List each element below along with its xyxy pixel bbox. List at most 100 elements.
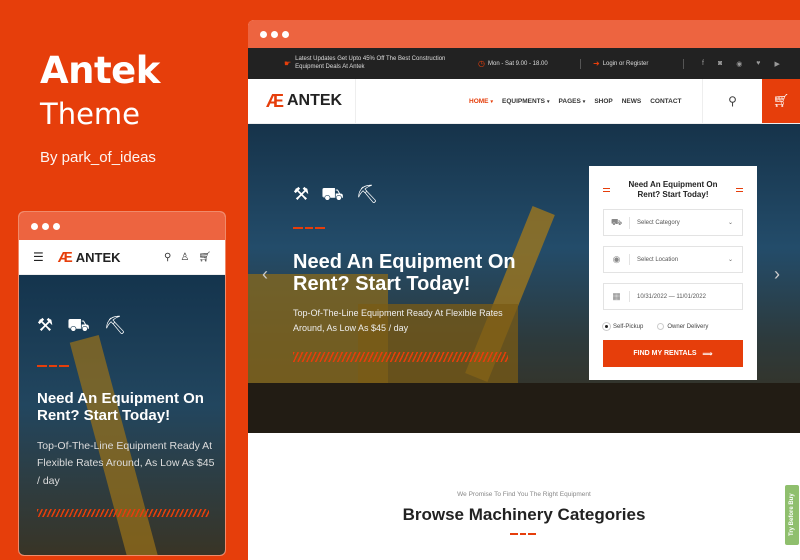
youtube-icon[interactable]: ▶: [774, 60, 779, 68]
rental-search-form: Need An Equipment On Rent? Start Today! …: [589, 166, 757, 380]
dash-icon: [736, 187, 743, 192]
drill-icon: ⚒: [293, 184, 310, 204]
prev-slide-icon[interactable]: ‹: [262, 264, 268, 285]
hours-text: Mon - Sat 9.00 - 18.00: [487, 60, 548, 67]
window-chrome: [248, 20, 800, 48]
instagram-icon[interactable]: ◙: [718, 60, 722, 68]
cart-icon[interactable]: 🛒︎: [198, 252, 211, 263]
accent-divider: [293, 227, 325, 229]
hero-title: Need An Equipment On Rent? Start Today!: [37, 390, 204, 424]
accent-divider: [510, 533, 536, 535]
self-pickup-radio[interactable]: Self-Pickup: [603, 323, 643, 331]
hours: ◷ Mon - Sat 9.00 - 18.00: [478, 59, 568, 68]
brand-name: Antek: [40, 49, 160, 92]
delivery-options: Self-Pickup Owner Delivery: [603, 323, 743, 331]
logo-text: ANTEK: [287, 92, 343, 109]
hero-text: Top-Of-The-Line Equipment Ready At Flexi…: [293, 308, 503, 334]
menu-item-shop[interactable]: SHOP: [594, 98, 612, 105]
section-title: Browse Machinery Categories: [402, 505, 646, 524]
drill-icon: ⚒: [37, 315, 54, 335]
accent-divider: [37, 365, 69, 367]
category-value: Select Category: [637, 219, 680, 226]
window-dot: [282, 30, 289, 38]
truck-icon: ⛟: [604, 216, 630, 229]
calendar-icon: ▦: [604, 291, 630, 303]
equipment-icons: ⚒ ⛟ ⛏: [37, 315, 127, 339]
chevron-down-icon: ⌄: [728, 220, 734, 227]
dump-truck-icon: ⛟: [67, 315, 90, 335]
map-pin-icon: ◉: [604, 254, 630, 266]
divider: [580, 58, 581, 69]
owner-delivery-radio[interactable]: Owner Delivery: [657, 323, 709, 331]
ground: [248, 383, 800, 433]
menu-label: PAGES: [558, 97, 581, 105]
whatsapp-icon[interactable]: ◉: [736, 60, 742, 68]
facebook-icon[interactable]: f: [702, 60, 704, 68]
menu-item-equipments[interactable]: EQUIPMENTS ▾: [502, 98, 550, 105]
radio-unchecked: [657, 323, 665, 331]
window-chrome: [19, 212, 225, 240]
find-rentals-button[interactable]: FIND MY RENTALS ⟹: [603, 340, 743, 368]
equipment-icons: ⚒ ⛟ ⛏: [293, 184, 379, 208]
menu-item-pages[interactable]: PAGES ▾: [559, 98, 586, 105]
twitter-icon[interactable]: ♥: [756, 60, 760, 68]
window-dot: [53, 222, 60, 230]
menu-label: EQUIPMENTS: [502, 97, 545, 105]
form-title-text: Need An Equipment On Rent? Start Today!: [628, 180, 718, 199]
top-bar: ☛ Latest Updates Get Upto 45% Off The Bes…: [248, 48, 800, 79]
chevron-down-icon: ▾: [582, 98, 586, 105]
hero-text: Top-Of-The-Line Equipment Ready At Flexi…: [37, 440, 215, 487]
menu: HOME ▾ EQUIPMENTS ▾ PAGES ▾ SHOP NEWS CONTA…: [469, 98, 682, 105]
hero-slider: ‹ › ⚒ ⛟ ⛏ Need An Equipment On Rent? Sta…: [248, 124, 800, 433]
location-value: Select Location: [637, 256, 679, 263]
login-link[interactable]: ➜ Login or Register: [593, 59, 671, 68]
logo[interactable]: Æ ANTEK: [58, 249, 121, 266]
hamburger-menu-icon[interactable]: ☰: [33, 250, 44, 264]
logo-mark-icon: Æ: [57, 248, 73, 266]
form-title: Need An Equipment On Rent? Start Today!: [603, 180, 743, 199]
user-icon[interactable]: ♙: [180, 252, 189, 263]
cart-icon: 🛒︎: [772, 93, 790, 108]
divider: [683, 58, 684, 69]
date-range-input[interactable]: ▦ 10/31/2022 — 11/01/2022: [603, 283, 743, 311]
brand-subtitle: Theme: [40, 97, 141, 131]
search-icon[interactable]: ⚲: [164, 252, 171, 263]
try-before-buy-badge[interactable]: Try Before Buy: [785, 485, 799, 545]
desktop-preview: ☛ Latest Updates Get Upto 45% Off The Bes…: [248, 20, 800, 560]
categories-section: We Promise To Find You The Right Equipme…: [248, 433, 800, 553]
section-subtitle: We Promise To Find You The Right Equipme…: [457, 491, 591, 498]
dash-icon: [603, 187, 610, 192]
chevron-down-icon: ⌄: [728, 257, 734, 264]
category-select[interactable]: ⛟ Select Category ⌄: [603, 209, 743, 237]
promo-text: Latest Updates Get Upto 45% Off The Best…: [295, 56, 446, 70]
logo-mark-icon: Æ: [266, 90, 284, 111]
dump-truck-icon: ⛟: [321, 184, 344, 204]
mobile-preview: ☰ Æ ANTEK ⚲ ♙ 🛒︎ ⚒ ⛟ ⛏ Need An Equipment …: [18, 211, 226, 556]
menu-item-news[interactable]: NEWS: [622, 98, 642, 105]
cart-button[interactable]: 🛒︎: [762, 79, 800, 123]
brand-author: By park_of_ideas: [40, 149, 156, 166]
mobile-actions: ⚲ ♙ 🛒︎: [164, 252, 211, 263]
next-slide-icon[interactable]: ›: [774, 264, 780, 285]
chevron-down-icon: ▾: [490, 98, 494, 105]
logo[interactable]: Æ ANTEK: [248, 79, 356, 123]
location-select[interactable]: ◉ Select Location ⌄: [603, 246, 743, 274]
hatch-decoration: [37, 509, 209, 517]
menu-item-home[interactable]: HOME ▾: [469, 98, 493, 105]
excavator-icon: ⛏: [103, 315, 127, 335]
menu-label: HOME: [469, 97, 489, 105]
window-dot: [42, 222, 49, 230]
mobile-nav: ☰ Æ ANTEK ⚲ ♙ 🛒︎: [19, 240, 225, 275]
excavator-icon: ⛏: [355, 184, 379, 204]
window-dot: [260, 30, 267, 38]
radio-label: Owner Delivery: [667, 323, 709, 330]
main-nav: Æ ANTEK HOME ▾ EQUIPMENTS ▾ PAGES ▾ SHOP NEW…: [248, 79, 800, 124]
search-button[interactable]: ⚲: [702, 79, 762, 123]
button-label: FIND MY RENTALS: [633, 350, 697, 358]
window-dot: [271, 30, 278, 38]
promo[interactable]: ☛ Latest Updates Get Upto 45% Off The Bes…: [284, 56, 474, 70]
login-text: Login or Register: [602, 60, 649, 67]
menu-item-contact[interactable]: CONTACT: [650, 98, 681, 105]
window-dot: [31, 222, 38, 230]
logo-text: ANTEK: [75, 249, 121, 265]
